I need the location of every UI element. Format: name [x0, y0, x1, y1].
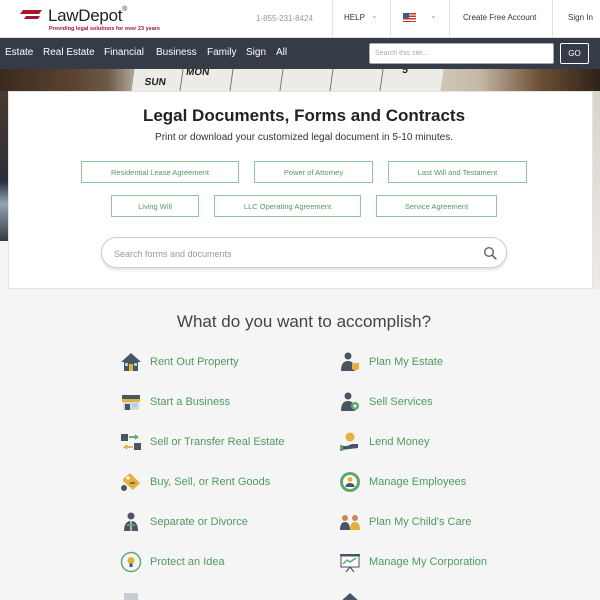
quick-link-power-of-attorney[interactable]: Power of Attorney: [254, 161, 373, 183]
top-header: LawDepot® Providing legal solutions for …: [0, 0, 600, 38]
hero-title: Legal Documents, Forms and Contracts: [142, 106, 466, 125]
nav-item-all[interactable]: All: [276, 47, 287, 58]
us-flag-icon[interactable]: [403, 13, 416, 22]
header-divider: [390, 0, 391, 37]
document-search-input[interactable]: [114, 246, 474, 261]
task-label: Buy, Sell, or Rent Goods: [150, 476, 271, 488]
services-person-icon: [341, 392, 359, 411]
header-divider: [449, 0, 450, 37]
create-account-link[interactable]: Create Free Account: [463, 13, 536, 22]
header-divider: [552, 0, 553, 37]
nav-item-business[interactable]: Business: [156, 47, 197, 58]
task-label: Manage Employees: [369, 476, 467, 488]
task-label: Protect an Idea: [150, 556, 225, 568]
house-icon: [342, 593, 358, 600]
nav-item-estate[interactable]: Estate: [5, 47, 33, 58]
separate-person-icon: [124, 512, 138, 531]
accomplish-heading: What do you want to accomplish?: [176, 312, 432, 331]
quick-link-residential-lease[interactable]: Residential Lease Agreement: [81, 161, 239, 183]
presentation-board-icon: [340, 554, 360, 573]
hero-background-image: SUN MON 5: [0, 69, 600, 91]
family-icon: [340, 515, 360, 530]
nav-item-sign[interactable]: Sign: [246, 47, 266, 58]
calendar-photo: SUN MON 5: [129, 69, 445, 91]
task-label: Plan My Estate: [369, 356, 443, 368]
chevron-down-icon[interactable]: ⌄: [430, 11, 437, 20]
document-search-box: [101, 237, 507, 268]
quick-link-llc-operating-agreement[interactable]: LLC Operating Agreement: [214, 195, 361, 217]
quick-link-living-will[interactable]: Living Will: [111, 195, 199, 217]
calendar-day-number: 5: [401, 69, 409, 76]
nav-item-financial[interactable]: Financial: [104, 47, 144, 58]
task-label: Start a Business: [150, 396, 231, 408]
calendar-day-label: SUN: [143, 77, 167, 88]
logo-tagline: Providing legal solutions for over 23 ye…: [49, 26, 160, 32]
employees-icon: [340, 472, 360, 492]
go-button[interactable]: GO: [560, 43, 589, 64]
hero-subtitle: Print or download your customized legal …: [155, 132, 453, 143]
task-label: Manage My Corporation: [369, 556, 488, 568]
lightbulb-icon: [120, 551, 142, 573]
search-icon[interactable]: [483, 246, 497, 260]
sign-in-link[interactable]: Sign In: [568, 13, 593, 22]
nav-item-real-estate[interactable]: Real Estate: [43, 47, 95, 58]
chevron-down-icon[interactable]: ⌄: [371, 11, 378, 20]
task-label: Rent Out Property: [150, 356, 239, 368]
phone-number[interactable]: 1-855-231-8424: [256, 14, 313, 23]
task-label: Separate or Divorce: [150, 516, 248, 528]
document-icon: [124, 593, 138, 600]
task-label: Lend Money: [369, 436, 430, 448]
help-menu-label[interactable]: HELP: [344, 13, 365, 22]
estate-person-icon: [341, 352, 359, 371]
task-label: Sell Services: [369, 396, 433, 408]
money-hand-icon: [340, 432, 358, 451]
logo-name: LawDepot®: [48, 6, 128, 25]
transfer-arrows-icon: [121, 434, 141, 450]
site-search-input[interactable]: [369, 43, 554, 64]
header-divider: [332, 0, 333, 37]
quick-link-last-will[interactable]: Last Will and Testament: [388, 161, 527, 183]
calendar-day-label: MON: [185, 69, 211, 78]
price-tag-icon: [121, 473, 140, 491]
nav-item-family[interactable]: Family: [207, 47, 236, 58]
quick-link-service-agreement[interactable]: Service Agreement: [376, 195, 497, 217]
house-icon: [121, 353, 141, 371]
logo-mark-icon: [20, 10, 42, 19]
task-label: Plan My Child's Care: [369, 516, 472, 528]
task-label: Sell or Transfer Real Estate: [150, 436, 285, 448]
storefront-icon: [122, 395, 140, 410]
